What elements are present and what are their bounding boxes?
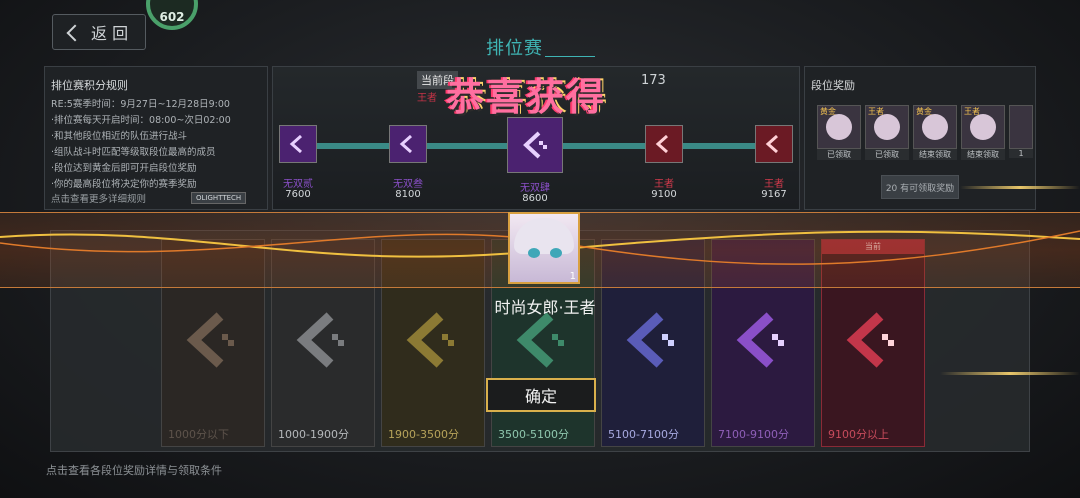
rules-title: 排位赛积分规则 — [51, 79, 128, 92]
tier-range: 1900-3500分 — [388, 428, 459, 441]
rank-node-icon — [645, 125, 683, 163]
chevron-icon — [736, 312, 784, 368]
rank-node-icon — [389, 125, 427, 163]
congrats-title: 恭喜获得 — [446, 74, 607, 119]
rank-node-score: 7600 — [285, 189, 311, 200]
avatar — [922, 114, 948, 140]
reward-status: 已领取 — [817, 149, 861, 160]
avatar-hair — [514, 218, 574, 254]
rank-node-score: 9100 — [651, 189, 677, 200]
reward-status: 已领取 — [865, 149, 909, 160]
reward-count: 1 — [569, 271, 576, 282]
bottom-hint[interactable]: 点击查看各段位奖励详情与领取条件 — [46, 462, 222, 478]
chevron-icon — [406, 312, 454, 368]
rank-node-label: 王者 — [654, 179, 674, 190]
rank-node-score: 8600 — [522, 193, 548, 204]
chevron-icon — [516, 312, 564, 368]
back-label: 返 回 — [91, 24, 129, 43]
rule-item: ·段位达到黄金后即可开启段位奖励 — [51, 163, 197, 174]
rank-node-label: 无双叁 — [393, 179, 423, 190]
rule-item: ·组队战斗时匹配等级取段位最高的成员 — [51, 147, 216, 158]
confirm-button[interactable]: 确定 — [486, 378, 596, 412]
avatar — [970, 114, 996, 140]
tier-range: 1000-1900分 — [278, 428, 349, 441]
reward-card[interactable]: 黄金 — [913, 105, 957, 149]
rank-node-score: 9167 — [761, 189, 787, 200]
tier-range: 5100-7100分 — [608, 428, 679, 441]
rewards-title: 段位奖励 — [811, 79, 855, 92]
claim-rewards-button[interactable]: 20 有可领取奖励 — [881, 175, 959, 199]
avatar — [826, 114, 852, 140]
avatar-eye — [528, 248, 540, 258]
chevron-icon — [296, 312, 344, 368]
player-level-badge: 602 — [146, 0, 198, 30]
reward-card[interactable]: 黄金 — [817, 105, 861, 149]
brand-tag: OLIGHTTECH — [191, 192, 247, 204]
rule-item: ·和其他段位相近的队伍进行战斗 — [51, 131, 188, 142]
rank-node-icon — [755, 125, 793, 163]
chevron-left-icon — [66, 24, 84, 41]
current-score: 173 — [641, 73, 666, 88]
rank-node-icon — [507, 117, 563, 173]
reward-status: 结束领取 — [913, 149, 957, 160]
tier-range: 9100分以上 — [828, 428, 889, 441]
avatar-eye — [550, 248, 562, 258]
avatar — [874, 114, 900, 140]
reward-status: 1 — [1009, 149, 1033, 158]
rank-node-label: 王者 — [764, 179, 784, 190]
reward-card[interactable]: 王者 — [865, 105, 909, 149]
rank-node-label: 无双肆 — [520, 183, 550, 194]
reward-card[interactable]: 王者 — [961, 105, 1005, 149]
page-title: 排位赛 — [486, 38, 543, 59]
current-rank-name: 王者 — [417, 93, 437, 104]
tier-range: 7100-9100分 — [718, 428, 789, 441]
rules-panel: 排位赛积分规则 RE:5赛季时间：9月27日~12月28日9:00 ·排位赛每天… — [44, 66, 268, 210]
tier-range: 3500-5100分 — [498, 428, 569, 441]
rules-list: RE:5赛季时间：9月27日~12月28日9:00 ·排位赛每天开启时间：08:… — [51, 97, 231, 193]
title-underline — [545, 56, 595, 57]
back-button[interactable]: 返 回 — [52, 14, 146, 50]
rule-item: RE:5赛季时间：9月27日~12月28日9:00 — [51, 99, 230, 110]
rank-node-label: 无双贰 — [283, 179, 313, 190]
rank-node-score: 8100 — [395, 189, 421, 200]
rank-node-icon — [279, 125, 317, 163]
reward-card[interactable] — [1009, 105, 1033, 149]
tier-range: 1000分以下 — [168, 428, 229, 441]
reward-status: 结束领取 — [961, 149, 1005, 160]
rule-item: ·排位赛每天开启时间：08:00~次日02:00 — [51, 115, 231, 126]
reward-avatar: 1 — [508, 212, 580, 284]
chevron-icon — [846, 312, 894, 368]
chevron-icon — [186, 312, 234, 368]
reward-skin-name: 时尚女郎·王者 — [494, 298, 596, 317]
rules-detail-link[interactable]: 点击查看更多详细规则 — [51, 191, 146, 205]
light-streak — [940, 372, 1080, 375]
chevron-icon — [626, 312, 674, 368]
light-streak — [960, 186, 1080, 189]
